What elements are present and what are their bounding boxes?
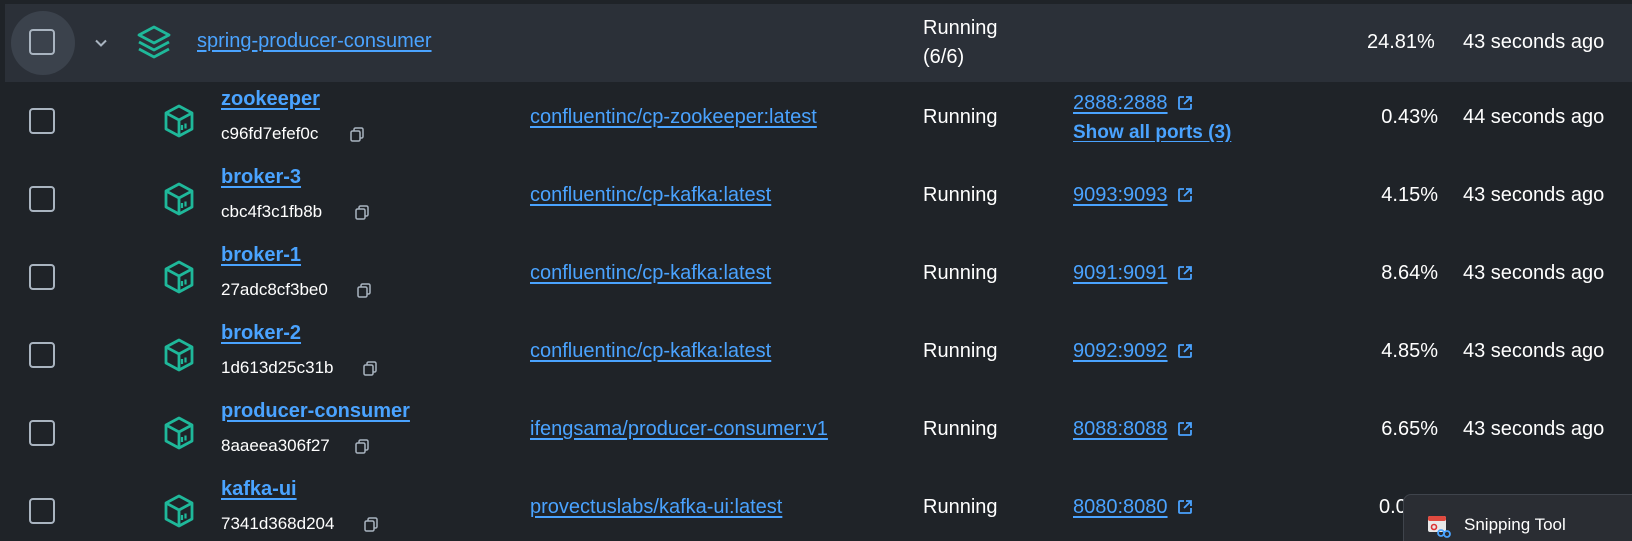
external-link-icon[interactable] (1176, 264, 1194, 282)
container-checkbox[interactable] (29, 498, 55, 524)
external-link-icon[interactable] (1176, 420, 1194, 438)
container-status: Running (923, 184, 998, 206)
cube-icon (164, 494, 194, 528)
port-link[interactable]: 9091:9091 (1073, 262, 1168, 284)
container-name-link[interactable]: broker-2 (221, 322, 301, 345)
external-link-icon[interactable] (1176, 498, 1194, 516)
external-link-icon[interactable] (1176, 342, 1194, 360)
container-row[interactable]: zookeeper c96fd7efef0c confluentinc/cp-zoo… (0, 82, 1632, 160)
group-cpu: 24.81% (1367, 31, 1435, 53)
group-last-started: 43 seconds ago (1463, 31, 1605, 53)
port-link[interactable]: 9092:9092 (1073, 340, 1168, 362)
container-id: 27adc8cf3be0 (221, 280, 328, 299)
container-cpu: 6.65% (1381, 418, 1438, 440)
port-cell: 9093:9093 (1073, 184, 1194, 207)
container-image-link[interactable]: confluentinc/cp-kafka:latest (530, 262, 771, 285)
container-row[interactable]: broker-1 27adc8cf3be0 confluentinc/cp-kafk… (0, 238, 1632, 316)
copy-icon[interactable] (362, 360, 379, 377)
container-row[interactable]: broker-3 cbc4f3c1fb8b confluentinc/cp-kafk… (0, 160, 1632, 238)
container-image-link[interactable]: ifengsama/producer-consumer:v1 (530, 418, 828, 441)
container-id: cbc4f3c1fb8b (221, 202, 323, 221)
container-id: 1d613d25c31b (221, 358, 334, 377)
container-last-started: 43 seconds ago (1463, 340, 1605, 362)
container-image-link[interactable]: confluentinc/cp-kafka:latest (530, 184, 771, 207)
cube-icon (164, 338, 194, 372)
port-cell: 8080:8080 (1073, 496, 1194, 519)
container-name-link[interactable]: broker-3 (221, 166, 301, 189)
port-link[interactable]: 8088:8088 (1073, 418, 1168, 440)
stack-layers-icon (137, 25, 171, 59)
port-link[interactable]: 8080:8080 (1073, 496, 1168, 518)
port-cell: 9092:9092 (1073, 340, 1194, 363)
copy-icon[interactable] (354, 438, 371, 455)
snipping-tool-notification[interactable]: Snipping Tool (1403, 494, 1632, 541)
container-checkbox[interactable] (29, 264, 55, 290)
container-row[interactable]: broker-2 1d613d25c31b confluentinc/cp-kafk… (0, 316, 1632, 394)
container-cpu: 8.64% (1381, 262, 1438, 284)
group-row[interactable]: spring-producer-consumer Running (6/6) 2… (5, 4, 1632, 82)
container-last-started: 43 seconds ago (1463, 418, 1605, 440)
container-status: Running (923, 496, 998, 518)
port-link[interactable]: 2888:2888 (1073, 92, 1168, 114)
container-last-started: 43 seconds ago (1463, 262, 1605, 284)
container-id: 7341d368d204 (221, 514, 335, 533)
external-link-icon[interactable] (1176, 186, 1194, 204)
containers-page: spring-producer-consumer Running (6/6) 2… (0, 0, 1632, 541)
port-cell: 8088:8088 (1073, 418, 1194, 441)
container-row[interactable]: kafka-ui 7341d368d204 provectuslabs/kafka-… (0, 472, 1632, 541)
snipping-tool-label: Snipping Tool (1464, 515, 1566, 534)
container-cpu: 0.43% (1381, 106, 1438, 128)
container-last-started: 43 seconds ago (1463, 184, 1605, 206)
group-status: Running (923, 17, 998, 39)
group-status-count: (6/6) (923, 46, 965, 68)
container-id: c96fd7efef0c (221, 124, 319, 143)
cube-icon (164, 104, 194, 138)
container-checkbox[interactable] (29, 108, 55, 134)
container-cpu: 4.15% (1381, 184, 1438, 206)
container-status: Running (923, 340, 998, 362)
cube-icon (164, 260, 194, 294)
port-link[interactable]: 9093:9093 (1073, 184, 1168, 206)
cube-icon (164, 182, 194, 216)
container-name-link[interactable]: kafka-ui (221, 478, 297, 501)
container-last-started: 44 seconds ago (1463, 106, 1605, 128)
copy-icon[interactable] (363, 516, 380, 533)
container-name-link[interactable]: broker-1 (221, 244, 301, 267)
cube-icon (164, 416, 194, 450)
snipping-tool-icon (1428, 516, 1451, 538)
container-row[interactable]: producer-consumer 8aaeea306f27 ifengsama/p… (0, 394, 1632, 472)
container-checkbox[interactable] (29, 186, 55, 212)
port-cell: 2888:2888 (1073, 92, 1194, 115)
copy-icon[interactable] (354, 204, 371, 221)
show-all-ports-link[interactable]: Show all ports (3) (1073, 122, 1231, 144)
copy-icon[interactable] (349, 126, 366, 143)
copy-icon[interactable] (356, 282, 373, 299)
container-status: Running (923, 418, 998, 440)
container-image-link[interactable]: confluentinc/cp-kafka:latest (530, 340, 771, 363)
group-checkbox[interactable] (29, 29, 55, 55)
container-id: 8aaeea306f27 (221, 436, 330, 455)
container-checkbox[interactable] (29, 420, 55, 446)
container-status: Running (923, 262, 998, 284)
container-name-link[interactable]: producer-consumer (221, 400, 410, 423)
container-cpu: 4.85% (1381, 340, 1438, 362)
container-image-link[interactable]: provectuslabs/kafka-ui:latest (530, 496, 782, 519)
container-name-link[interactable]: zookeeper (221, 88, 320, 111)
chevron-down-icon[interactable] (93, 35, 109, 51)
port-cell: 9091:9091 (1073, 262, 1194, 285)
container-status: Running (923, 106, 998, 128)
container-checkbox[interactable] (29, 342, 55, 368)
external-link-icon[interactable] (1176, 94, 1194, 112)
container-image-link[interactable]: confluentinc/cp-zookeeper:latest (530, 106, 817, 129)
group-name-link[interactable]: spring-producer-consumer (197, 30, 432, 53)
